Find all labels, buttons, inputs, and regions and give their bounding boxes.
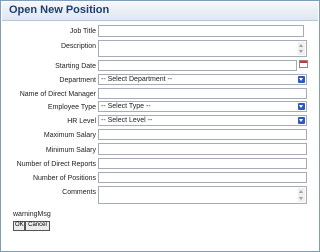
minimum-salary-label: Minimum Salary	[45, 147, 96, 154]
dialog-window: Open New Position Job Title Description …	[0, 0, 320, 252]
hr-level-select[interactable]: -- Select Level --	[98, 115, 307, 126]
maximum-salary-label: Maximum Salary	[43, 132, 96, 139]
ok-button[interactable]: OK	[13, 221, 25, 231]
direct-reports-input[interactable]	[98, 158, 307, 169]
comments-scrollbar[interactable]	[298, 188, 305, 202]
starting-date-label: Starting Date	[55, 63, 96, 70]
chevron-down-icon[interactable]	[298, 117, 305, 124]
warning-message: warningMsg	[13, 211, 51, 218]
cancel-button[interactable]: Cancel	[25, 221, 50, 231]
chevron-down-icon[interactable]	[298, 103, 305, 110]
maximum-salary-input[interactable]	[98, 129, 307, 140]
starting-date-input[interactable]	[98, 60, 297, 71]
positions-input[interactable]	[98, 172, 307, 183]
employee-type-select[interactable]: -- Select Type --	[98, 101, 307, 112]
department-select[interactable]: -- Select Department --	[98, 74, 307, 85]
comments-textarea[interactable]	[98, 186, 307, 204]
comments-label: Comments	[62, 189, 96, 196]
department-label: Department	[59, 77, 96, 84]
calendar-icon[interactable]	[299, 60, 308, 68]
title-bar: Open New Position	[2, 2, 318, 21]
hr-level-label: HR Level	[67, 118, 96, 125]
employee-type-label: Employee Type	[47, 104, 96, 111]
window-title: Open New Position	[9, 4, 110, 16]
minimum-salary-input[interactable]	[98, 143, 307, 155]
job-title-input[interactable]	[98, 25, 304, 37]
description-textarea[interactable]	[98, 40, 307, 57]
description-label: Description	[60, 43, 96, 50]
hr-level-selected: -- Select Level --	[101, 117, 153, 124]
description-scrollbar[interactable]	[298, 42, 305, 55]
chevron-down-icon[interactable]	[298, 76, 305, 83]
employee-type-selected: -- Select Type --	[101, 103, 151, 110]
direct-manager-input[interactable]	[98, 88, 307, 99]
positions-label: Number of Positions	[32, 175, 96, 182]
job-title-label: Job Title	[69, 28, 96, 35]
direct-manager-label: Name of Direct Manager	[19, 91, 96, 98]
department-selected: -- Select Department --	[101, 76, 173, 83]
direct-reports-label: Number of Direct Reports	[16, 161, 96, 168]
